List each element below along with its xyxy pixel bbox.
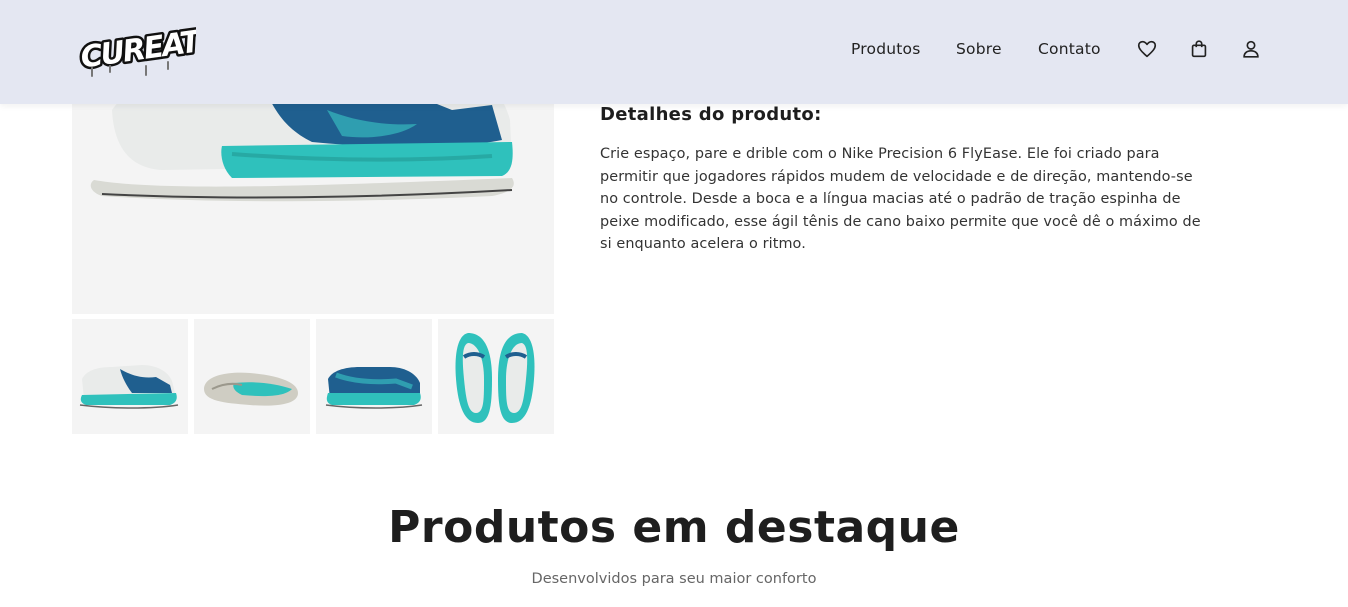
nav-contato[interactable]: Contato bbox=[1038, 40, 1101, 58]
nav-produtos[interactable]: Produtos bbox=[851, 40, 921, 58]
logo[interactable]: CUREATE CUREATE bbox=[76, 16, 224, 80]
nav-sobre[interactable]: Sobre bbox=[956, 40, 1002, 58]
product-details: Detalhes do produto: Crie espaço, pare e… bbox=[600, 104, 1210, 256]
details-title: Detalhes do produto: bbox=[600, 104, 822, 125]
thumbnail-sole-view[interactable] bbox=[194, 319, 310, 434]
site-header: CUREATE CUREATE Produtos Sobre Contato bbox=[0, 0, 1348, 104]
thumbnail-top-view[interactable] bbox=[438, 319, 554, 434]
heart-icon[interactable] bbox=[1136, 38, 1158, 60]
svg-text:CUREATE: CUREATE bbox=[78, 21, 196, 75]
featured-title: Produtos em destaque bbox=[388, 502, 960, 553]
shopping-bag-icon[interactable] bbox=[1188, 38, 1210, 60]
product-thumbnails bbox=[72, 319, 554, 434]
thumbnail-side-view[interactable] bbox=[72, 319, 188, 434]
featured-subtitle: Desenvolvidos para seu maior conforto bbox=[531, 571, 817, 587]
thumbnail-medial-view[interactable] bbox=[316, 319, 432, 434]
user-icon[interactable] bbox=[1240, 38, 1262, 60]
details-description: Crie espaço, pare e drible com o Nike Pr… bbox=[600, 146, 1201, 252]
